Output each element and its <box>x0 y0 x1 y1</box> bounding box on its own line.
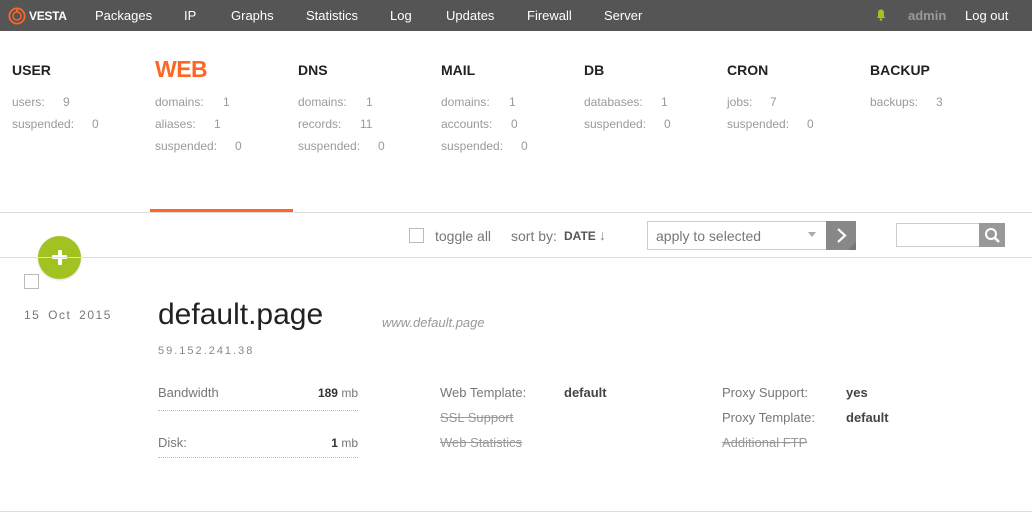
panel-title: BACKUP <box>870 62 930 78</box>
panel-mail[interactable]: MAIL <box>441 62 581 80</box>
stat-row: suspended: 0 <box>441 139 528 153</box>
stat-row: domains: 1 <box>155 95 230 109</box>
nav-log[interactable]: Log <box>390 8 412 23</box>
disk-value: 1 mb <box>331 436 358 450</box>
stat-row: aliases: 1 <box>155 117 221 131</box>
vesta-logo[interactable]: VESTA <box>8 6 67 26</box>
domain-select-checkbox[interactable] <box>24 274 39 289</box>
notification-bell-icon[interactable] <box>876 9 886 21</box>
domain-name[interactable]: default.page <box>158 298 323 332</box>
nav-statistics[interactable]: Statistics <box>306 8 358 23</box>
panel-cron-stats: jobs: 7 suspended: 0 <box>727 91 814 135</box>
panel-title: DNS <box>298 62 328 78</box>
stat-row: jobs: 7 <box>727 95 777 109</box>
panel-dns[interactable]: DNS <box>298 62 438 80</box>
divider <box>0 511 1032 512</box>
nav-firewall[interactable]: Firewall <box>527 8 572 23</box>
chevron-right-icon <box>837 228 856 250</box>
stat-row: backups: 3 <box>870 95 943 109</box>
panel-title: DB <box>584 62 605 78</box>
stat-row: domains: 1 <box>441 95 516 109</box>
logo-text: VESTA <box>29 9 67 23</box>
panel-user-stats: users: 9 suspended: 0 <box>12 91 99 135</box>
panel-db-stats: databases: 1 suspended: 0 <box>584 91 671 135</box>
panel-title: MAIL <box>441 62 476 78</box>
domain-ip: 59.152.241.38 <box>158 345 255 357</box>
search-button[interactable] <box>979 223 1005 247</box>
sort-by-value[interactable]: DATE <box>564 229 596 243</box>
panel-title: CRON <box>727 62 769 78</box>
toggle-all-label[interactable]: toggle all <box>435 228 491 244</box>
nav-updates[interactable]: Updates <box>446 8 494 23</box>
stat-row: suspended: 0 <box>727 117 814 131</box>
stat-row: databases: 1 <box>584 95 668 109</box>
stat-row: domains: 1 <box>298 95 373 109</box>
panel-web-stats: domains: 1 aliases: 1 suspended: 0 <box>155 91 242 157</box>
proxy-support-label: Proxy Support: <box>722 385 808 400</box>
search-input[interactable] <box>896 223 980 247</box>
bulk-action-selected-value: apply to selected <box>656 228 762 244</box>
disk-usage: Disk: 1 mb <box>158 435 358 458</box>
ssl-support-label: SSL Support <box>440 410 514 425</box>
toggle-all-checkbox[interactable] <box>409 228 424 243</box>
apply-button[interactable] <box>826 221 856 250</box>
domain-date: 15 Oct 2015 <box>24 308 112 322</box>
panel-backup-stats: backups: 3 <box>870 91 943 113</box>
bulk-action-select[interactable]: apply to selected <box>647 221 827 250</box>
nav-graphs[interactable]: Graphs <box>231 8 274 23</box>
panel-backup[interactable]: BACKUP <box>870 62 1010 80</box>
vesta-logo-icon <box>8 7 26 25</box>
stat-row: suspended: 0 <box>155 139 242 153</box>
panel-web[interactable]: WEB <box>155 56 295 82</box>
nav-server[interactable]: Server <box>604 8 642 23</box>
bandwidth-usage: Bandwidth 189 mb <box>158 385 358 411</box>
bandwidth-label: Bandwidth <box>158 385 219 400</box>
chevron-down-icon <box>808 232 816 237</box>
domain-alias: www.default.page <box>382 315 485 330</box>
stat-row: suspended: 0 <box>584 117 671 131</box>
logout-link[interactable]: Log out <box>965 8 1008 23</box>
top-nav-bar: VESTA Packages IP Graphs Statistics Log … <box>0 0 1032 31</box>
stat-row: records: 11 <box>298 117 373 131</box>
stat-row: suspended: 0 <box>298 139 385 153</box>
bandwidth-value: 189 mb <box>317 386 358 400</box>
panel-user[interactable]: USER <box>12 62 152 80</box>
panel-title: WEB <box>155 56 208 82</box>
panel-dns-stats: domains: 1 records: 11 suspended: 0 <box>298 91 385 157</box>
divider <box>0 257 1032 258</box>
additional-ftp-label: Additional FTP <box>722 435 808 450</box>
search-icon <box>985 228 1000 243</box>
panel-title: USER <box>12 62 51 78</box>
disk-label: Disk: <box>158 435 187 450</box>
web-template-label: Web Template: <box>440 385 527 400</box>
current-user[interactable]: admin <box>908 8 946 23</box>
sort-direction-arrow-icon[interactable]: ↓ <box>599 227 606 243</box>
proxy-support-value: yes <box>846 385 868 400</box>
nav-ip[interactable]: IP <box>184 8 196 23</box>
sort-by-label: sort by: <box>511 228 557 244</box>
stat-row: accounts: 0 <box>441 117 518 131</box>
panel-mail-stats: domains: 1 accounts: 0 suspended: 0 <box>441 91 528 157</box>
panel-cron[interactable]: CRON <box>727 62 867 80</box>
proxy-template-value: default <box>846 410 889 425</box>
stat-row: users: 9 <box>12 95 70 109</box>
proxy-template-label: Proxy Template: <box>722 410 815 425</box>
stat-row: suspended: 0 <box>12 117 99 131</box>
panel-db[interactable]: DB <box>584 62 724 80</box>
divider <box>0 212 1032 213</box>
web-statistics-label: Web Statistics <box>440 435 523 450</box>
nav-packages[interactable]: Packages <box>95 8 152 23</box>
web-template-value: default <box>564 385 607 400</box>
